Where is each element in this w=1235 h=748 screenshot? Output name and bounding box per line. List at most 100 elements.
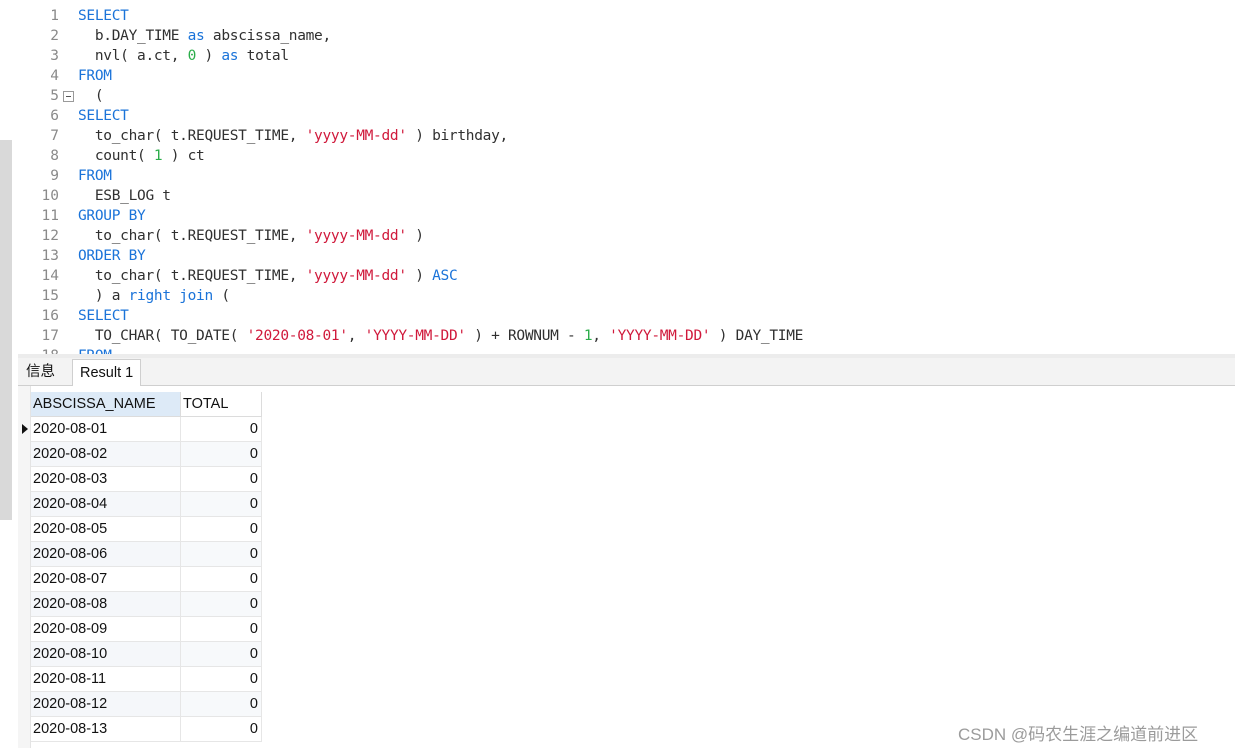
sql-token: ) birthday,: [406, 128, 508, 144]
table-row[interactable]: 2020-08-04 0: [31, 492, 262, 517]
column-header-total[interactable]: TOTAL: [181, 392, 262, 417]
code-line[interactable]: 6 SELECT: [18, 106, 1235, 126]
cell-total[interactable]: 0: [181, 542, 262, 567]
line-number: 18: [18, 346, 59, 354]
code-line[interactable]: 5 (: [18, 86, 1235, 106]
table-row[interactable]: 2020-08-13 0: [31, 717, 262, 742]
table-row[interactable]: 2020-08-08 0: [31, 592, 262, 617]
cell-abscissa-name[interactable]: 2020-08-11: [31, 667, 181, 692]
line-number: 2: [50, 28, 59, 44]
sql-keyword: SELECT: [78, 8, 129, 24]
sql-keyword: ASC: [432, 268, 458, 284]
tab-info[interactable]: 信息: [20, 359, 61, 386]
code-line[interactable]: 18 FROM: [18, 346, 1235, 354]
sql-token: (: [78, 88, 104, 104]
sql-editor[interactable]: 1 SELECT 2 b.DAY_TIME as abscissa_name, 3 n…: [18, 0, 1235, 354]
cell-abscissa-name[interactable]: 2020-08-09: [31, 617, 181, 642]
code-line[interactable]: 16 SELECT: [18, 306, 1235, 326]
cell-abscissa-name[interactable]: 2020-08-02: [31, 442, 181, 467]
line-number: 7: [50, 128, 59, 144]
code-text: GROUP BY: [78, 206, 146, 226]
code-line[interactable]: 14 to_char( t.REQUEST_TIME, 'yyyy-MM-dd'…: [18, 266, 1235, 286]
sql-keyword: GROUP BY: [78, 208, 146, 224]
code-text: SELECT: [78, 6, 129, 26]
cell-abscissa-name[interactable]: 2020-08-04: [31, 492, 181, 517]
table-row[interactable]: 2020-08-12 0: [31, 692, 262, 717]
cell-total[interactable]: 0: [181, 717, 262, 742]
tab-result-1[interactable]: Result 1: [72, 359, 142, 387]
sql-token: ): [406, 228, 424, 244]
code-text: to_char( t.REQUEST_TIME, 'yyyy-MM-dd' ) …: [78, 126, 508, 146]
code-line[interactable]: 12 to_char( t.REQUEST_TIME, 'yyyy-MM-dd'…: [18, 226, 1235, 246]
code-line[interactable]: 3 nvl( a.ct, 0 ) as total: [18, 46, 1235, 66]
sql-token: to_char( t.REQUEST_TIME,: [78, 268, 306, 284]
sql-token: to_char( t.REQUEST_TIME,: [78, 228, 306, 244]
cell-abscissa-name[interactable]: 2020-08-03: [31, 467, 181, 492]
watermark: CSDN @码农生涯之编道前进区: [958, 725, 1199, 744]
sql-keyword: SELECT: [78, 108, 129, 124]
code-text: count( 1 ) ct: [78, 146, 205, 166]
code-text: ORDER BY: [78, 246, 146, 266]
table-row[interactable]: 2020-08-05 0: [31, 517, 262, 542]
cell-total[interactable]: 0: [181, 617, 262, 642]
code-text: to_char( t.REQUEST_TIME, 'yyyy-MM-dd' ): [78, 226, 424, 246]
table-row[interactable]: 2020-08-10 0: [31, 642, 262, 667]
cell-abscissa-name[interactable]: 2020-08-13: [31, 717, 181, 742]
cell-abscissa-name[interactable]: 2020-08-07: [31, 567, 181, 592]
cell-total[interactable]: 0: [181, 592, 262, 617]
sql-token: nvl( a.ct,: [78, 48, 188, 64]
table-row[interactable]: 2020-08-03 0: [31, 467, 262, 492]
cell-total[interactable]: 0: [181, 667, 262, 692]
column-header-abscissa-name[interactable]: ABSCISSA_NAME: [31, 392, 181, 417]
cell-total[interactable]: 0: [181, 692, 262, 717]
code-line[interactable]: 2 b.DAY_TIME as abscissa_name,: [18, 26, 1235, 46]
result-grid[interactable]: ABSCISSA_NAME TOTAL 2020-08-01 0 2020-08-0…: [18, 386, 1235, 748]
row-indicator-column: [18, 386, 31, 748]
code-line[interactable]: 15 ) a right join (: [18, 286, 1235, 306]
cell-abscissa-name[interactable]: 2020-08-01: [31, 417, 181, 442]
code-text: (: [78, 86, 104, 106]
table-row[interactable]: 2020-08-06 0: [31, 542, 262, 567]
cell-total[interactable]: 0: [181, 417, 262, 442]
cell-total[interactable]: 0: [181, 492, 262, 517]
cell-total[interactable]: 0: [181, 442, 262, 467]
table-row[interactable]: 2020-08-11 0: [31, 667, 262, 692]
sql-keyword: SELECT: [78, 308, 129, 324]
sql-token: ESB_LOG t: [78, 188, 171, 204]
table-row[interactable]: 2020-08-02 0: [31, 442, 262, 467]
code-line[interactable]: 17 TO_CHAR( TO_DATE( '2020-08-01', 'YYYY…: [18, 326, 1235, 346]
sql-token: (: [212, 288, 230, 304]
sql-token: TO_CHAR( TO_DATE(: [78, 328, 247, 344]
cell-abscissa-name[interactable]: 2020-08-05: [31, 517, 181, 542]
line-number: 5: [50, 88, 59, 104]
cell-abscissa-name[interactable]: 2020-08-10: [31, 642, 181, 667]
cell-abscissa-name[interactable]: 2020-08-06: [31, 542, 181, 567]
cell-total[interactable]: 0: [181, 517, 262, 542]
line-number: 12: [41, 228, 59, 244]
table-row[interactable]: 2020-08-01 0: [31, 417, 262, 442]
fold-collapse-icon[interactable]: [63, 91, 74, 102]
cell-abscissa-name[interactable]: 2020-08-08: [31, 592, 181, 617]
cell-total[interactable]: 0: [181, 642, 262, 667]
table-row[interactable]: 2020-08-09 0: [31, 617, 262, 642]
sql-string: 'YYYY-MM-DD': [364, 328, 466, 344]
code-line[interactable]: 8 count( 1 ) ct: [18, 146, 1235, 166]
line-number: 13: [41, 248, 59, 264]
sql-token: ) DAY_TIME: [710, 328, 804, 344]
cell-total[interactable]: 0: [181, 467, 262, 492]
line-number: 1: [50, 8, 59, 24]
code-line[interactable]: 7 to_char( t.REQUEST_TIME, 'yyyy-MM-dd' …: [18, 126, 1235, 146]
cell-abscissa-name[interactable]: 2020-08-12: [31, 692, 181, 717]
cell-total[interactable]: 0: [181, 567, 262, 592]
left-scrollbar[interactable]: [0, 140, 12, 520]
code-line[interactable]: 10 ESB_LOG t: [18, 186, 1235, 206]
line-number: 11: [41, 208, 59, 224]
code-line[interactable]: 1 SELECT: [18, 6, 1235, 26]
line-number: 9: [50, 168, 59, 184]
code-line[interactable]: 13 ORDER BY: [18, 246, 1235, 266]
code-line[interactable]: 11 GROUP BY: [18, 206, 1235, 226]
table-row[interactable]: 2020-08-07 0: [31, 567, 262, 592]
code-line[interactable]: 4 FROM: [18, 66, 1235, 86]
code-line[interactable]: 9 FROM: [18, 166, 1235, 186]
